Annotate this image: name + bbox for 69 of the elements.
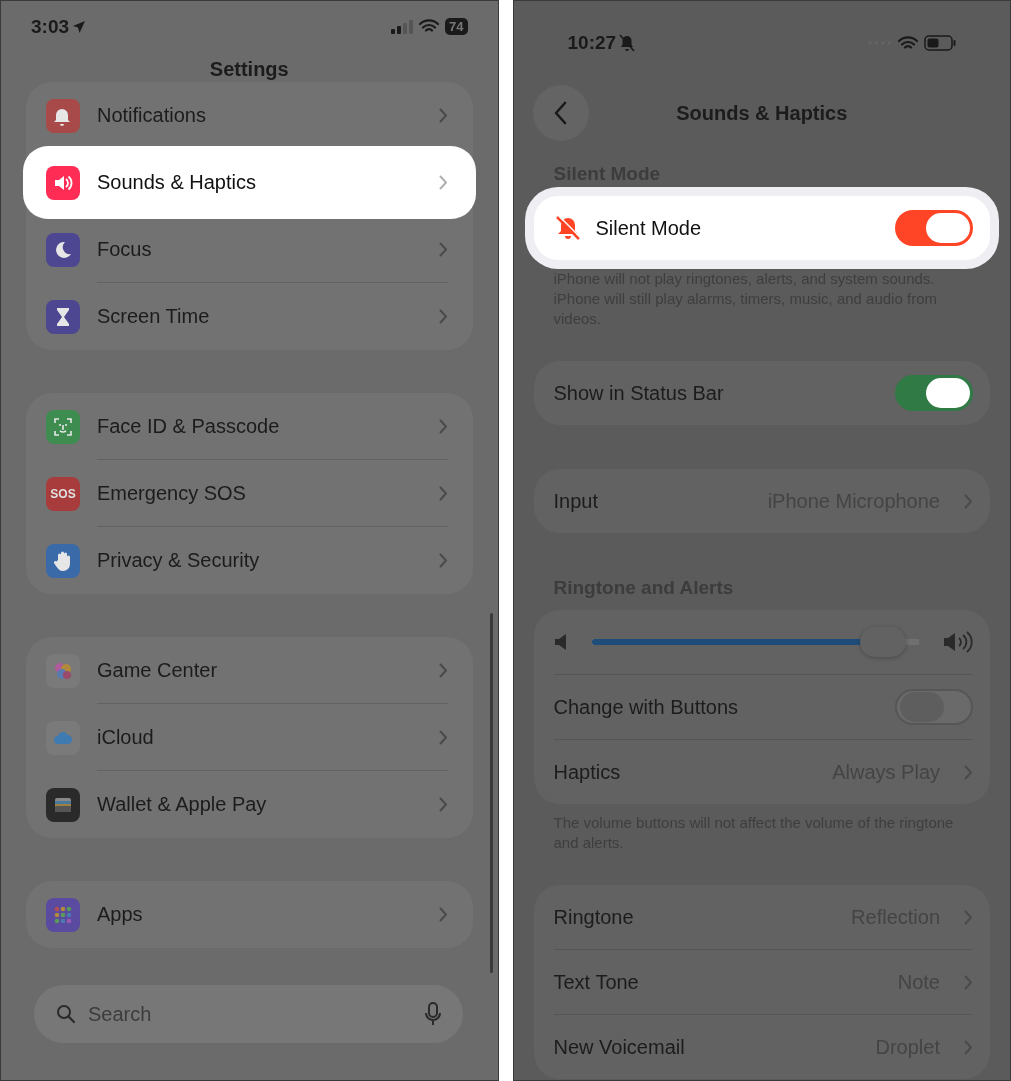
row-label[interactable]: Ringtone bbox=[553, 905, 838, 929]
bell-slash-icon bbox=[553, 214, 582, 242]
page-title: Settings bbox=[208, 58, 290, 80]
bell-slash-icon bbox=[619, 34, 636, 52]
row-label: Sounds & Haptics bbox=[97, 171, 257, 194]
row-label[interactable]: New Voicemail bbox=[553, 1035, 862, 1059]
settings-row[interactable]: iCloud bbox=[26, 704, 473, 771]
wifi-icon bbox=[419, 19, 440, 34]
settings-row[interactable]: Privacy & Security bbox=[26, 527, 473, 594]
toggle-switch[interactable] bbox=[895, 210, 973, 246]
row-label: Focus bbox=[97, 237, 153, 261]
chevron-icon bbox=[438, 241, 448, 257]
signal-icon bbox=[391, 19, 414, 34]
chevron-icon bbox=[438, 485, 448, 501]
row-label: Silent Mode bbox=[595, 216, 703, 240]
back-chevron-icon bbox=[553, 101, 568, 125]
wifi-icon bbox=[898, 35, 918, 51]
chevron-icon bbox=[438, 553, 448, 568]
chevron-icon bbox=[438, 108, 448, 123]
row-label: iCloud bbox=[97, 725, 155, 749]
row-label[interactable]: Text Tone bbox=[553, 970, 884, 994]
search-icon bbox=[56, 1004, 76, 1024]
location-arrow-icon bbox=[72, 19, 87, 34]
app-tile-icon: SOS bbox=[46, 476, 80, 511]
row-label: Notifications bbox=[97, 104, 207, 127]
battery-icon bbox=[924, 35, 956, 51]
settings-row[interactable]: Notifications bbox=[26, 82, 473, 149]
chevron-icon bbox=[964, 974, 973, 990]
settings-row[interactable]: Apps bbox=[26, 881, 473, 948]
settings-row[interactable]: Sounds & Haptics bbox=[26, 149, 473, 216]
microphone-icon[interactable] bbox=[424, 1002, 441, 1026]
chevron-icon bbox=[438, 175, 448, 190]
chevron-icon bbox=[438, 729, 448, 745]
chevron-icon bbox=[438, 797, 448, 812]
settings-row[interactable]: Game Center bbox=[26, 637, 473, 704]
page-title: Sounds & Haptics bbox=[676, 101, 848, 125]
settings-row[interactable]: Face ID & Passcode bbox=[26, 393, 473, 460]
row-label: Game Center bbox=[97, 658, 219, 682]
chevron-icon bbox=[964, 1039, 973, 1055]
row-label: Change with Buttons bbox=[553, 695, 740, 719]
battery-level: 74 bbox=[445, 18, 468, 35]
chevron-icon bbox=[438, 907, 448, 922]
row-label: Show in Status Bar bbox=[553, 381, 725, 405]
settings-row[interactable]: SOS Emergency SOS bbox=[26, 460, 473, 527]
speaker-high-icon bbox=[943, 631, 973, 653]
chevron-icon bbox=[438, 309, 448, 324]
search-field[interactable]: Search bbox=[34, 985, 463, 1043]
speaker-low-icon bbox=[553, 633, 568, 651]
row-label[interactable]: Input bbox=[553, 489, 754, 513]
row-label: Face ID & Passcode bbox=[97, 414, 281, 438]
chevron-icon bbox=[964, 493, 973, 509]
chevron-icon bbox=[438, 418, 448, 434]
settings-row[interactable]: Screen Time bbox=[26, 283, 473, 350]
row-label: Emergency SOS bbox=[97, 481, 247, 505]
row-label: Wallet & Apple Pay bbox=[97, 793, 268, 816]
chevron-icon bbox=[964, 764, 973, 780]
time-text: 3:03 bbox=[31, 15, 70, 38]
settings-row[interactable]: Wallet & Apple Pay bbox=[26, 771, 473, 838]
chevron-icon bbox=[438, 662, 448, 678]
row-label[interactable]: Haptics bbox=[553, 760, 819, 784]
row-label: Privacy & Security bbox=[97, 549, 261, 572]
time-text: 10:27 bbox=[567, 32, 617, 54]
settings-row[interactable]: Focus bbox=[26, 216, 473, 283]
chevron-icon bbox=[964, 909, 973, 925]
face-icon bbox=[52, 415, 74, 438]
row-label: Screen Time bbox=[97, 305, 211, 328]
slider-thumb[interactable] bbox=[859, 627, 906, 657]
toggle-switch[interactable] bbox=[895, 375, 973, 411]
row-label: Apps bbox=[97, 903, 144, 926]
